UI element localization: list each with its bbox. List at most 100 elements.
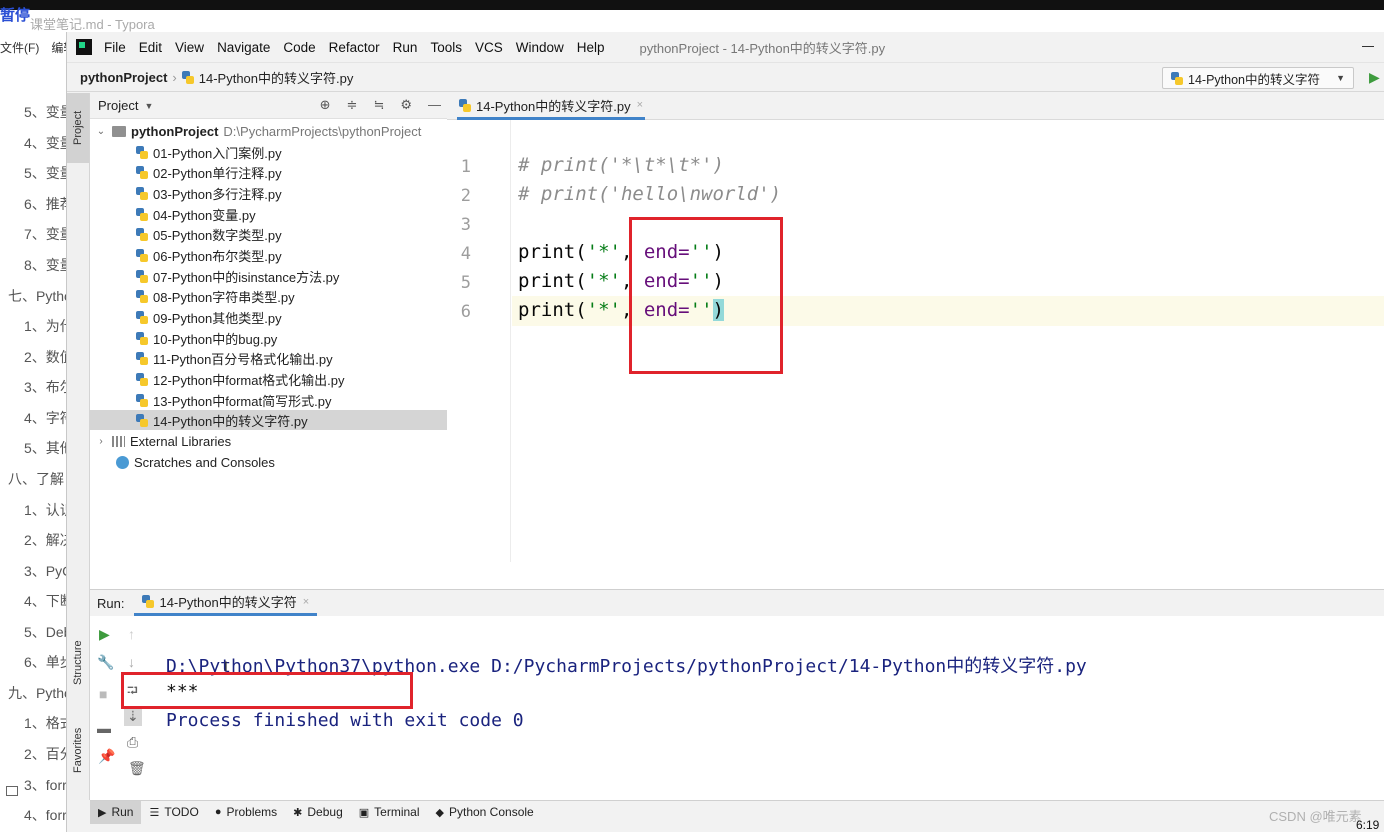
tool-window-run[interactable]: ▶ Run xyxy=(90,800,142,824)
breadcrumb-file[interactable]: 14-Python中的转义字符.py xyxy=(181,68,353,87)
print-icon[interactable]: ⎙ xyxy=(127,734,138,751)
menu-file[interactable]: File xyxy=(104,40,126,55)
code-editor[interactable]: 1 2 3 4 5 6 # print('*\t*\t*') # print('… xyxy=(447,120,1384,590)
chevron-down-icon[interactable]: ⌄ xyxy=(94,126,108,137)
expand-all-icon[interactable]: ≑ xyxy=(347,97,358,113)
minimize-icon[interactable] xyxy=(1362,46,1374,47)
menu-refactor[interactable]: Refactor xyxy=(329,40,380,55)
menu-help[interactable]: Help xyxy=(577,40,605,55)
locate-icon[interactable]: ⊕ xyxy=(320,97,331,113)
tree-file-label: 08-Python字符串类型.py xyxy=(153,289,295,305)
run-icon[interactable]: ▶ xyxy=(1369,69,1380,86)
tool-window-terminal[interactable]: ▣ Terminal xyxy=(351,801,428,824)
tree-root-folder[interactable]: ⌄ pythonProject D:\PycharmProjects\pytho… xyxy=(90,121,447,141)
arrow-down-icon[interactable]: ↓ xyxy=(128,654,135,670)
menu-navigate[interactable]: Navigate xyxy=(217,40,270,55)
highlight-box-code xyxy=(629,217,783,374)
project-panel-toolbar: ⊕ ≑ ≒ ⚙ — xyxy=(320,97,441,113)
stop-icon[interactable]: ■ xyxy=(99,686,107,702)
outline-item[interactable]: 3、forr xyxy=(24,775,67,795)
tree-file-item[interactable]: 04-Python变量.py xyxy=(90,204,447,224)
hide-icon[interactable]: — xyxy=(428,97,441,113)
tree-file-item-selected[interactable]: 14-Python中的转义字符.py xyxy=(90,410,447,430)
close-icon[interactable]: × xyxy=(637,99,643,111)
python-file-icon xyxy=(142,595,155,608)
tree-file-item[interactable]: 03-Python多行注释.py xyxy=(90,183,447,203)
run-config-dropdown[interactable]: 14-Python中的转义字符 ▼ xyxy=(1162,67,1354,89)
python-file-icon xyxy=(1171,71,1183,85)
pin-icon[interactable]: 📌 xyxy=(98,748,115,765)
close-icon[interactable]: × xyxy=(303,596,309,608)
project-panel-header: Project ▼ ⊕ ≑ ≒ ⚙ — xyxy=(90,93,447,119)
menu-view[interactable]: View xyxy=(175,40,204,55)
tree-file-item[interactable]: 10-Python中的bug.py xyxy=(90,328,447,348)
tool-window-python-console[interactable]: ◆ Python Console xyxy=(428,801,542,824)
python-file-icon xyxy=(136,165,148,179)
gear-icon[interactable]: ⚙ xyxy=(400,97,412,113)
tree-external-libraries[interactable]: › External Libraries xyxy=(90,431,447,451)
tree-file-item[interactable]: 11-Python百分号格式化输出.py xyxy=(90,348,447,368)
tree-scratches[interactable]: Scratches and Consoles xyxy=(90,452,447,472)
run-panel-header: Run: 14-Python中的转义字符 × xyxy=(90,590,1384,616)
highlight-box-output xyxy=(121,672,413,709)
breadcrumb-project[interactable]: pythonProject xyxy=(80,70,167,85)
outline-item[interactable]: 九、Pytho xyxy=(8,683,72,703)
python-file-icon xyxy=(136,289,148,303)
code-line-2: # print('hello\nworld') xyxy=(518,183,782,205)
project-tool-tab[interactable]: Project xyxy=(67,93,89,163)
text-cursor-icon: I xyxy=(224,658,228,674)
menu-window[interactable]: Window xyxy=(516,40,564,55)
tree-file-item[interactable]: 09-Python其他类型.py xyxy=(90,307,447,327)
wrench-icon[interactable]: 🔧 xyxy=(97,654,114,671)
menu-code[interactable]: Code xyxy=(283,40,315,55)
chevron-right-icon[interactable]: › xyxy=(94,436,108,447)
breadcrumb-separator-icon: › xyxy=(172,69,177,85)
tree-file-label: 06-Python布尔类型.py xyxy=(153,248,282,264)
typora-menu-file[interactable]: 文件(F) xyxy=(0,41,39,55)
window-status-icon[interactable] xyxy=(6,786,18,796)
tree-file-item[interactable]: 13-Python中format简写形式.py xyxy=(90,390,447,410)
favorites-tool-tab[interactable]: Favorites xyxy=(67,713,89,788)
menu-tools[interactable]: Tools xyxy=(430,40,462,55)
root-folder-name: pythonProject xyxy=(131,123,219,139)
chevron-down-icon[interactable]: ▼ xyxy=(144,101,153,111)
outline-item[interactable]: 七、Pytho xyxy=(8,286,72,306)
terminal-icon: ▣ xyxy=(358,806,370,819)
tool-window-problems-label: Problems xyxy=(226,805,278,819)
outline-item[interactable]: 3、PyC xyxy=(24,561,72,581)
tool-window-debug[interactable]: ✱ Debug xyxy=(285,801,351,824)
menu-vcs[interactable]: VCS xyxy=(475,40,503,55)
favorites-tool-tab-label: Favorites xyxy=(72,727,84,774)
project-panel-title[interactable]: Project xyxy=(98,98,138,113)
layout-icon[interactable]: ▬ xyxy=(97,720,111,736)
python-file-icon xyxy=(136,207,148,221)
tree-file-item[interactable]: 08-Python字符串类型.py xyxy=(90,286,447,306)
rerun-icon[interactable]: ▶ xyxy=(99,626,110,643)
tree-file-item[interactable]: 01-Python入门案例.py xyxy=(90,142,447,162)
arrow-up-icon[interactable]: ↑ xyxy=(128,626,135,642)
outline-item[interactable]: 5、Deb xyxy=(24,622,71,642)
python-file-icon xyxy=(136,310,148,324)
chevron-down-icon: ▼ xyxy=(1336,73,1345,83)
tool-window-todo[interactable]: ☰ TODO xyxy=(141,801,206,824)
code-token: '*' xyxy=(586,299,621,321)
tree-file-label: 07-Python中的isinstance方法.py xyxy=(153,269,340,285)
tree-file-item[interactable]: 05-Python数字类型.py xyxy=(90,224,447,244)
python-file-icon xyxy=(136,393,148,407)
menu-edit[interactable]: Edit xyxy=(139,40,162,55)
structure-tool-tab[interactable]: Structure xyxy=(67,623,89,703)
outline-item[interactable]: 八、了解 xyxy=(8,469,64,489)
collapse-all-icon[interactable]: ≒ xyxy=(373,97,384,113)
tool-window-problems[interactable]: ● Problems xyxy=(207,801,285,824)
tree-file-item[interactable]: 12-Python中format格式化输出.py xyxy=(90,369,447,389)
tree-file-item[interactable]: 02-Python单行注释.py xyxy=(90,162,447,182)
scroll-to-end-icon[interactable]: ⇣ xyxy=(124,707,142,726)
code-token: print( xyxy=(518,241,587,263)
tree-file-item[interactable]: 06-Python布尔类型.py xyxy=(90,245,447,265)
run-tab[interactable]: 14-Python中的转义字符 × xyxy=(134,590,318,616)
outline-item[interactable]: 4、forr xyxy=(24,805,67,825)
menu-run[interactable]: Run xyxy=(393,40,418,55)
tree-file-item[interactable]: 07-Python中的isinstance方法.py xyxy=(90,266,447,286)
trash-icon[interactable]: 🗑 xyxy=(128,760,146,777)
editor-tab[interactable]: 14-Python中的转义字符.py × xyxy=(457,93,646,120)
